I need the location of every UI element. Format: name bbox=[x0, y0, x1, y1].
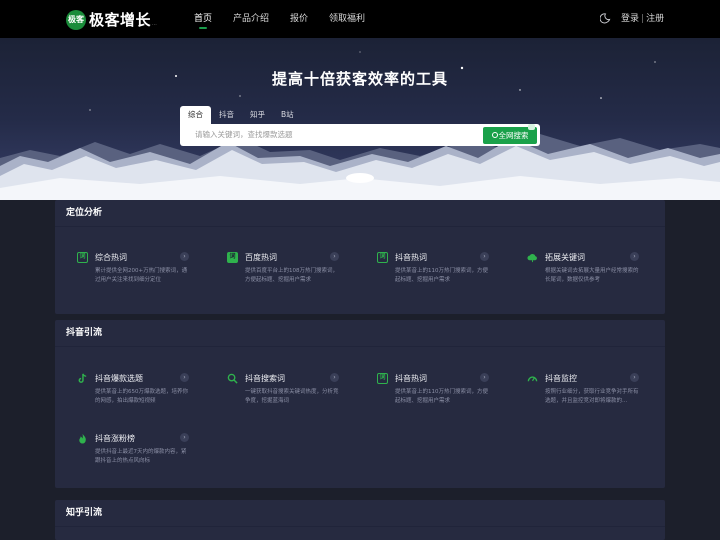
magnifier-icon bbox=[227, 373, 238, 384]
word-fill-icon: 词 bbox=[227, 251, 238, 263]
word-icon: 词 bbox=[77, 251, 88, 263]
nav-link-benefits[interactable]: 领取福利 bbox=[329, 0, 365, 38]
register-link[interactable]: 注册 bbox=[646, 14, 664, 24]
chevron-right-icon[interactable]: › bbox=[630, 373, 639, 382]
chevron-right-icon[interactable]: › bbox=[330, 252, 339, 261]
logo-subtext: ... bbox=[152, 20, 157, 27]
chevron-right-icon[interactable]: › bbox=[630, 252, 639, 261]
card-expand-keywords[interactable]: 拓展关键词 › 根据关键词去拓展大量用户经常搜索的长尾词，数据仅供参考 bbox=[527, 251, 639, 284]
hero-title: 提高十倍获客效率的工具 bbox=[271, 70, 448, 88]
card-desc: 提供百度平台上的108万热门搜索词，方便起标题、挖掘用户需求 bbox=[245, 268, 338, 283]
card-title: 拓展关键词 bbox=[545, 252, 585, 262]
card-desc: 按照行业细分，获取行业竞争对手所有选题，并且监控竞对即将爆款的... bbox=[545, 389, 639, 404]
chevron-right-icon[interactable]: › bbox=[480, 373, 489, 382]
card-comprehensive-hotwords[interactable]: 词综合热词 › 累计提供全网200+万热门搜索词，通过用户关注来找到细分定位 bbox=[77, 251, 189, 284]
card-desc: 一键获取抖音搜索关键词热度，分析竞争度，挖掘蓝海词 bbox=[245, 389, 339, 404]
snow-mountain-illustration bbox=[0, 51, 720, 200]
search-badge bbox=[528, 124, 535, 130]
card-douyin-hotwords-2[interactable]: 词抖音热词 › 提供某音上的110万热门搜索词，方便起标题、挖掘用户需求 bbox=[377, 372, 489, 405]
card-desc: 提供某音上的650万爆款选题，培养你的网感，拍出爆款短视频 bbox=[95, 389, 188, 404]
card-title: 抖音热词 bbox=[395, 373, 427, 383]
tab-bilibili[interactable]: B站 bbox=[273, 106, 302, 124]
nav-link-pricing[interactable]: 报价 bbox=[290, 0, 308, 38]
auth-links: 登录 | 注册 bbox=[621, 0, 664, 38]
section-positioning: 定位分析 词综合热词 › 累计提供全网200+万热门搜索词，通过用户关注来找到细分… bbox=[55, 200, 665, 314]
moon-icon[interactable] bbox=[600, 13, 611, 24]
search-input[interactable]: 请输入关键词，查找爆款选题 bbox=[195, 124, 293, 146]
card-title: 综合热词 bbox=[95, 252, 127, 262]
search-tabs: 综合 抖音 知乎 B站 bbox=[180, 106, 302, 124]
search-button-label: 全网搜索 bbox=[498, 131, 529, 140]
section-title: 抖音引流 bbox=[55, 320, 665, 347]
card-douyin-hotwords[interactable]: 词抖音热词 › 提供某音上的110万热门搜索词，方便起标题、挖掘用户需求 bbox=[377, 251, 489, 284]
word-icon: 词 bbox=[377, 372, 388, 384]
chevron-right-icon[interactable]: › bbox=[180, 433, 189, 442]
search-icon bbox=[491, 132, 498, 138]
nav-link-product[interactable]: 产品介绍 bbox=[233, 0, 269, 38]
search-button[interactable]: 全网搜索 bbox=[483, 124, 537, 144]
card-title: 抖音热词 bbox=[395, 252, 427, 262]
gauge-icon bbox=[527, 375, 538, 381]
card-title: 抖音涨粉榜 bbox=[95, 433, 135, 443]
login-link[interactable]: 登录 bbox=[621, 14, 639, 24]
logo[interactable]: 极客 极客增长 ... bbox=[66, 9, 157, 30]
cloud-icon bbox=[527, 253, 537, 262]
chevron-right-icon[interactable]: › bbox=[180, 252, 189, 261]
card-desc: 累计提供全网200+万热门搜索词，通过用户关注来找到细分定位 bbox=[95, 268, 188, 283]
card-desc: 根据关键词去拓展大量用户经常搜索的长尾词，数据仅供参考 bbox=[545, 268, 639, 283]
tiktok-icon bbox=[78, 373, 87, 383]
section-douyin: 抖音引流 抖音爆款选题 › 提供某音上的650万爆款选题，培养你的网感，拍出爆款短… bbox=[55, 320, 665, 488]
card-title: 抖音搜索词 bbox=[245, 373, 285, 383]
section-title: 知乎引流 bbox=[55, 500, 665, 527]
nav-link-home[interactable]: 首页 bbox=[194, 0, 212, 38]
section-title: 定位分析 bbox=[55, 200, 665, 227]
chevron-right-icon[interactable]: › bbox=[180, 373, 189, 382]
word-icon: 词 bbox=[377, 251, 388, 263]
hero-banner: 提高十倍获客效率的工具 综合 抖音 知乎 B站 请输入关键词，查找爆款选题 全网… bbox=[0, 38, 720, 200]
nav-links: 首页 产品介绍 报价 领取福利 bbox=[194, 0, 386, 38]
logo-badge: 极客 bbox=[66, 9, 86, 30]
card-douyin-follower-rank[interactable]: 抖音涨粉榜 › 提供抖音上最近7天内的爆款内容，紧跟抖音上的热点风向标 bbox=[77, 432, 189, 465]
card-title: 抖音爆款选题 bbox=[95, 373, 143, 383]
auth-separator: | bbox=[641, 14, 645, 24]
chevron-right-icon[interactable]: › bbox=[330, 373, 339, 382]
logo-text: 极客增长 bbox=[89, 11, 152, 29]
card-desc: 提供某音上的110万热门搜索词，方便起标题、挖掘用户需求 bbox=[395, 389, 488, 404]
chevron-right-icon[interactable]: › bbox=[480, 252, 489, 261]
tab-all[interactable]: 综合 bbox=[180, 106, 211, 124]
card-baidu-hotwords[interactable]: 词百度热词 › 提供百度平台上的108万热门搜索词，方便起标题、挖掘用户需求 bbox=[227, 251, 339, 284]
card-title: 百度热词 bbox=[245, 252, 277, 262]
search-box: 请输入关键词，查找爆款选题 全网搜索 bbox=[180, 124, 540, 146]
tab-zhihu[interactable]: 知乎 bbox=[242, 106, 273, 124]
top-nav: 极客 极客增长 ... 首页 产品介绍 报价 领取福利 登录 | 注册 bbox=[0, 0, 720, 38]
card-douyin-search-words[interactable]: 抖音搜索词 › 一键获取抖音搜索关键词热度，分析竞争度，挖掘蓝海词 bbox=[227, 372, 339, 405]
card-douyin-viral-topics[interactable]: 抖音爆款选题 › 提供某音上的650万爆款选题，培养你的网感，拍出爆款短视频 bbox=[77, 372, 189, 405]
card-title: 抖音监控 bbox=[545, 373, 577, 383]
section-zhihu: 知乎引流 bbox=[55, 500, 665, 540]
flame-icon bbox=[79, 433, 86, 444]
card-desc: 提供某音上的110万热门搜索词，方便起标题、挖掘用户需求 bbox=[395, 268, 488, 283]
card-douyin-monitor[interactable]: 抖音监控 › 按照行业细分，获取行业竞争对手所有选题，并且监控竞对即将爆款的... bbox=[527, 372, 639, 405]
card-desc: 提供抖音上最近7天内的爆款内容，紧跟抖音上的热点风向标 bbox=[95, 449, 187, 464]
tab-douyin[interactable]: 抖音 bbox=[211, 106, 242, 124]
